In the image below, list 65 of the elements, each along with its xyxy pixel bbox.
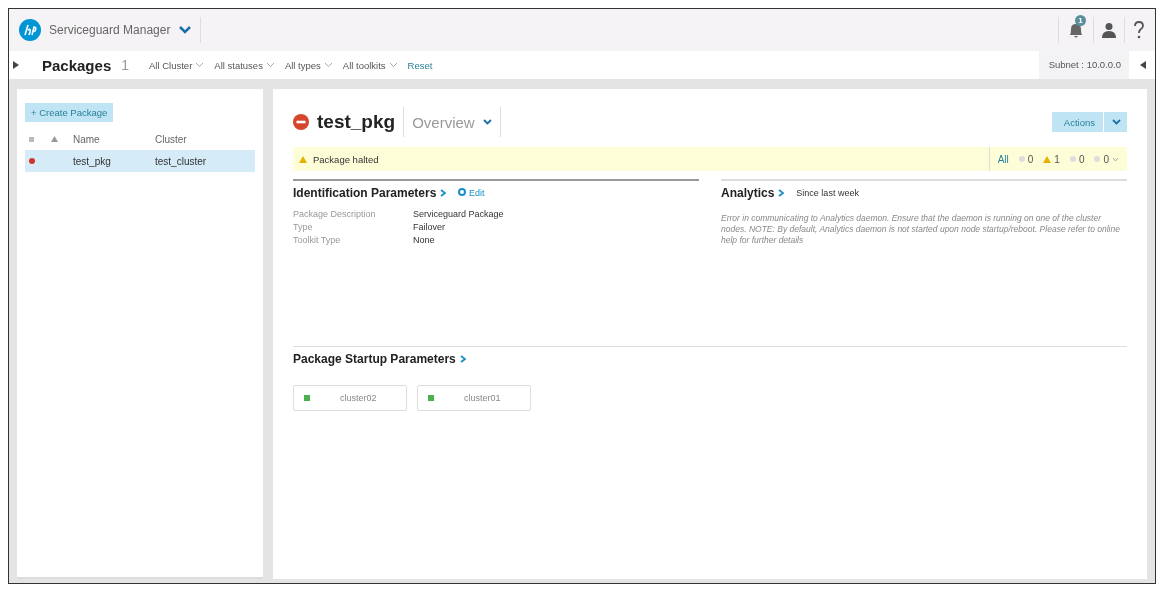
package-count: 1 — [121, 57, 130, 73]
node-name: cluster01 — [464, 393, 501, 403]
halted-icon — [293, 114, 309, 130]
node-card[interactable]: cluster02 — [293, 385, 407, 411]
status-count[interactable]: 1 — [1043, 153, 1060, 165]
chevron-down-icon — [195, 62, 205, 68]
status-count[interactable]: 0 — [1069, 153, 1085, 165]
status-dot-icon — [1018, 156, 1025, 162]
section-title[interactable]: Identification Parameters — [293, 186, 437, 200]
chevron-down-icon — [323, 62, 333, 68]
user-icon[interactable] — [1102, 22, 1116, 38]
node-card[interactable]: cluster01 — [417, 385, 531, 411]
section-title[interactable]: Analytics — [721, 186, 775, 200]
chevron-right-icon[interactable] — [440, 189, 447, 197]
section-title[interactable]: Package Startup Parameters — [293, 352, 456, 366]
expand-icon[interactable] — [12, 60, 20, 70]
parameter-value: Failover — [413, 222, 446, 232]
status-count[interactable]: 0 — [1018, 153, 1034, 165]
chevron-down-icon — [388, 62, 398, 68]
reset-link[interactable]: Reset — [407, 59, 433, 71]
app-title: Serviceguard Manager — [49, 23, 171, 37]
cluster-name: test_cluster — [155, 155, 208, 167]
warning-icon — [1043, 155, 1052, 163]
warning-icon — [299, 155, 307, 163]
filter-dropdown[interactable]: All types — [284, 59, 333, 71]
collapse-icon[interactable] — [1139, 60, 1147, 70]
alert-message: Package halted — [313, 153, 379, 165]
create-package-button[interactable]: + Create Package — [25, 103, 114, 122]
edit-link[interactable]: Edit — [458, 188, 485, 198]
help-icon[interactable] — [1133, 21, 1145, 39]
notification-badge: 1 — [1075, 15, 1086, 26]
filter-dropdown[interactable]: All statuses — [214, 59, 275, 71]
parameter-value: None — [413, 235, 436, 245]
chevron-right-icon[interactable] — [778, 189, 785, 197]
parameter-label: Type — [293, 222, 314, 232]
chevron-down-icon — [265, 62, 275, 68]
sort-icon[interactable] — [51, 136, 58, 142]
parameter-label: Toolkit Type — [293, 235, 342, 245]
package-title: test_pkg — [317, 111, 396, 133]
status-dot-icon — [1069, 156, 1076, 162]
column-header[interactable]: Name — [73, 133, 155, 145]
chevron-right-icon[interactable] — [459, 355, 466, 363]
period-label: Since last week — [796, 188, 859, 198]
logo-icon — [19, 19, 41, 41]
chevron-down-icon[interactable] — [178, 25, 193, 35]
actions-button[interactable]: Actions — [1051, 112, 1127, 132]
package-name: test_pkg — [73, 155, 112, 167]
parameter-value: Serviceguard Package — [413, 209, 505, 219]
column-header[interactable]: Cluster — [155, 133, 251, 145]
status-count[interactable]: 0 — [1094, 153, 1119, 165]
chevron-down-icon — [482, 119, 492, 125]
node-name: cluster02 — [340, 393, 377, 403]
package-row[interactable]: test_pkg test_cluster — [25, 150, 255, 172]
chevron-down-icon — [1112, 119, 1121, 125]
chevron-down-icon — [1112, 156, 1119, 162]
error-message: Error in communicating to Analytics daemon. Ensure that the daemon is running on one of the cluster nodes. NOTE: By default, Analytics daemon is not started upon node startup/reboot. Please refer to online help for further details — [721, 213, 1121, 246]
filter-all-link[interactable]: All — [997, 153, 1009, 165]
status-column-icon — [29, 136, 34, 142]
subnet-label: Subnet : 10.0.0.0 — [1038, 51, 1129, 79]
filter-dropdown[interactable]: All Cluster — [149, 59, 205, 71]
page-title: Packages — [42, 56, 112, 74]
gear-icon — [458, 188, 467, 196]
status-dot-icon — [1094, 156, 1101, 162]
parameter-label: Package Description — [293, 209, 377, 219]
filter-dropdown[interactable]: All toolkits — [342, 59, 398, 71]
